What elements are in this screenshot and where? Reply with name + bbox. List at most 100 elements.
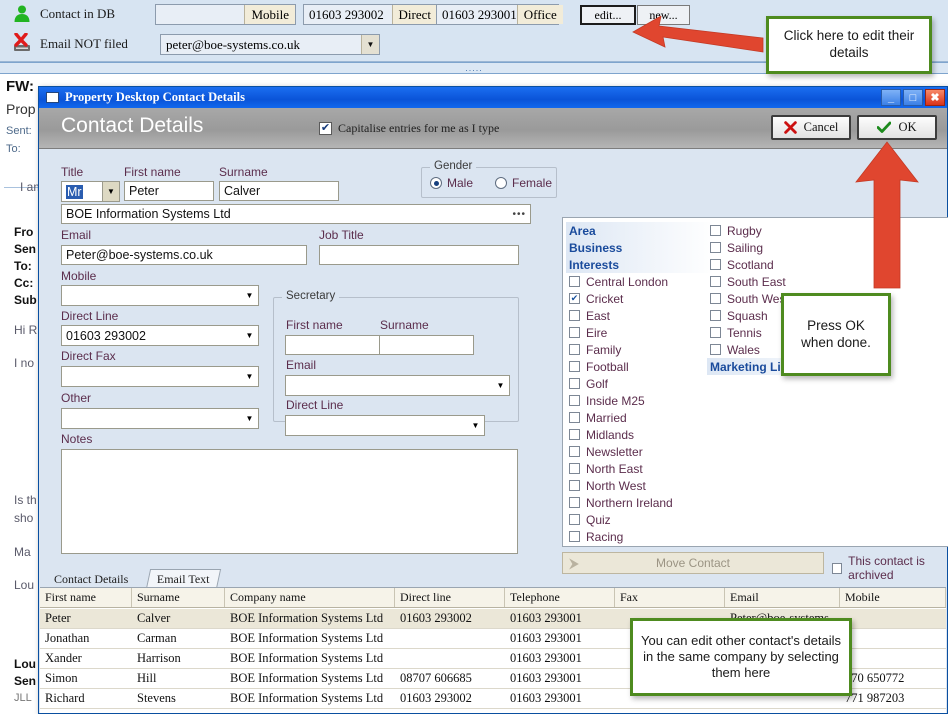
- email-address-combo[interactable]: peter@boe-systems.co.uk ▼: [160, 34, 380, 55]
- interest-checkbox-row[interactable]: Inside M25: [566, 392, 714, 409]
- interest-checkbox-row[interactable]: Sailing: [707, 239, 855, 256]
- interest-checkbox-row[interactable]: Racing: [566, 528, 714, 545]
- checkbox-empty-icon[interactable]: [710, 344, 721, 355]
- grid-column-header[interactable]: Fax: [615, 588, 725, 607]
- checkbox-empty-icon[interactable]: [710, 293, 721, 304]
- capitalise-checkbox[interactable]: ✔ Capitalise entries for me as I type: [319, 121, 499, 136]
- checkbox-empty-icon[interactable]: [569, 480, 580, 491]
- checkbox-empty-icon[interactable]: [569, 446, 580, 457]
- checkbox-empty-icon[interactable]: [569, 531, 580, 542]
- checkbox-checked-icon[interactable]: ✔: [569, 293, 580, 304]
- interest-checkbox-row[interactable]: Central London: [566, 273, 714, 290]
- checkbox-empty-icon[interactable]: [710, 242, 721, 253]
- chevron-down-icon[interactable]: ▼: [241, 286, 258, 305]
- dialog-titlebar[interactable]: Property Desktop Contact Details _ □ ✖: [39, 87, 947, 108]
- close-icon[interactable]: ✖: [925, 89, 945, 106]
- interest-checkbox-row[interactable]: Northern Ireland: [566, 494, 714, 511]
- checkbox-empty-icon[interactable]: [569, 395, 580, 406]
- email-body-3: sho: [14, 511, 34, 525]
- chevron-down-icon[interactable]: ▼: [241, 367, 258, 386]
- chevron-down-icon[interactable]: ▼: [102, 182, 119, 201]
- direct-field[interactable]: 01603 293002 Direct: [303, 4, 438, 25]
- secretary-email-combo[interactable]: ▼: [285, 375, 510, 396]
- secretary-surname-input[interactable]: [379, 335, 474, 355]
- first-name-input[interactable]: Peter: [124, 181, 214, 201]
- chevron-down-icon[interactable]: ▼: [241, 409, 258, 428]
- grid-column-header[interactable]: First name: [40, 588, 132, 607]
- new-button[interactable]: new...: [637, 5, 690, 25]
- checkbox-empty-icon[interactable]: [569, 514, 580, 525]
- chevron-down-icon[interactable]: ▼: [241, 326, 258, 345]
- chevron-down-icon[interactable]: ▼: [361, 35, 379, 54]
- notes-textarea[interactable]: [61, 449, 518, 554]
- interest-checkbox-row[interactable]: North East: [566, 460, 714, 477]
- interest-checkbox-row[interactable]: Family: [566, 341, 714, 358]
- grid-column-header[interactable]: Telephone: [505, 588, 615, 607]
- checkbox-empty-icon[interactable]: [710, 225, 721, 236]
- interest-checkbox-row[interactable]: Scotland: [707, 256, 855, 273]
- office-field[interactable]: 01603 293001 Office: [436, 4, 563, 25]
- maximize-icon[interactable]: □: [903, 89, 923, 106]
- other-combo[interactable]: ▼: [61, 408, 259, 429]
- checkbox-empty-icon[interactable]: [569, 344, 580, 355]
- interest-checkbox-row[interactable]: North West: [566, 477, 714, 494]
- secretary-first-name-input[interactable]: [285, 335, 380, 355]
- email-input[interactable]: Peter@boe-systems.co.uk: [61, 245, 307, 265]
- gender-female-radio[interactable]: Female: [495, 176, 552, 190]
- radio-empty-icon[interactable]: [495, 177, 507, 189]
- checkbox-empty-icon[interactable]: [710, 327, 721, 338]
- interest-label: East: [586, 308, 611, 323]
- gender-male-radio[interactable]: Male: [430, 176, 473, 190]
- company-input[interactable]: BOE Information Systems Ltd •••: [61, 204, 531, 224]
- surname-input[interactable]: Calver: [219, 181, 339, 201]
- checkbox-empty-icon[interactable]: [710, 276, 721, 287]
- interest-checkbox-row[interactable]: Newsletter: [566, 443, 714, 460]
- checkbox-empty-icon[interactable]: [569, 497, 580, 508]
- grid-column-header[interactable]: Email: [725, 588, 840, 607]
- job-title-input[interactable]: [319, 245, 519, 265]
- interest-checkbox-row[interactable]: Football: [566, 358, 714, 375]
- edit-button[interactable]: edit...: [580, 5, 636, 25]
- checkbox-empty-icon[interactable]: [569, 429, 580, 440]
- title-select[interactable]: Mr ▼: [61, 181, 120, 202]
- interest-checkbox-row[interactable]: Married: [566, 409, 714, 426]
- checkbox-empty-icon[interactable]: [569, 361, 580, 372]
- checkbox-empty-icon[interactable]: [569, 276, 580, 287]
- secretary-direct-line-combo[interactable]: ▼: [285, 415, 485, 436]
- interest-checkbox-row[interactable]: Midlands: [566, 426, 714, 443]
- interest-checkbox-row[interactable]: Golf: [566, 375, 714, 392]
- company-picker-ellipsis-icon[interactable]: •••: [512, 209, 526, 220]
- cancel-button[interactable]: Cancel: [771, 115, 851, 140]
- email-sent-label: Sent:: [6, 125, 32, 137]
- capitalise-checkbox-box[interactable]: ✔: [319, 122, 332, 135]
- grid-column-header[interactable]: Mobile: [840, 588, 946, 607]
- interests-group-header-label: Interests: [569, 257, 620, 272]
- direct-fax-combo[interactable]: ▼: [61, 366, 259, 387]
- grid-column-header[interactable]: Direct line: [395, 588, 505, 607]
- checkbox-empty-icon[interactable]: [710, 259, 721, 270]
- radio-selected-icon[interactable]: [430, 177, 442, 189]
- interest-checkbox-row[interactable]: South East: [707, 273, 855, 290]
- tab-contact-details[interactable]: Contact Details: [46, 569, 137, 589]
- chevron-down-icon[interactable]: ▼: [492, 376, 509, 395]
- grid-column-header[interactable]: Surname: [132, 588, 225, 607]
- interest-checkbox-row[interactable]: Quiz: [566, 511, 714, 528]
- grid-column-header[interactable]: Company name: [225, 588, 395, 607]
- interest-checkbox-row[interactable]: Eire: [566, 324, 714, 341]
- mobile-field[interactable]: Mobile: [155, 4, 296, 25]
- chevron-down-icon[interactable]: ▼: [467, 416, 484, 435]
- interest-checkbox-row[interactable]: East: [566, 307, 714, 324]
- checkbox-empty-icon[interactable]: [569, 412, 580, 423]
- checkbox-empty-icon[interactable]: [710, 310, 721, 321]
- checkbox-empty-icon[interactable]: [569, 463, 580, 474]
- checkbox-empty-icon[interactable]: [569, 378, 580, 389]
- interest-checkbox-row[interactable]: Rugby: [707, 222, 855, 239]
- ok-button[interactable]: OK: [857, 115, 937, 140]
- interest-checkbox-row[interactable]: ✔ Cricket: [566, 290, 714, 307]
- minimize-icon[interactable]: _: [881, 89, 901, 106]
- checkbox-empty-icon[interactable]: [569, 327, 580, 338]
- checkbox-empty-icon[interactable]: [569, 310, 580, 321]
- mobile-combo[interactable]: ▼: [61, 285, 259, 306]
- direct-line-combo[interactable]: 01603 293002 ▼: [61, 325, 259, 346]
- tab-email-text[interactable]: Email Text: [145, 569, 221, 589]
